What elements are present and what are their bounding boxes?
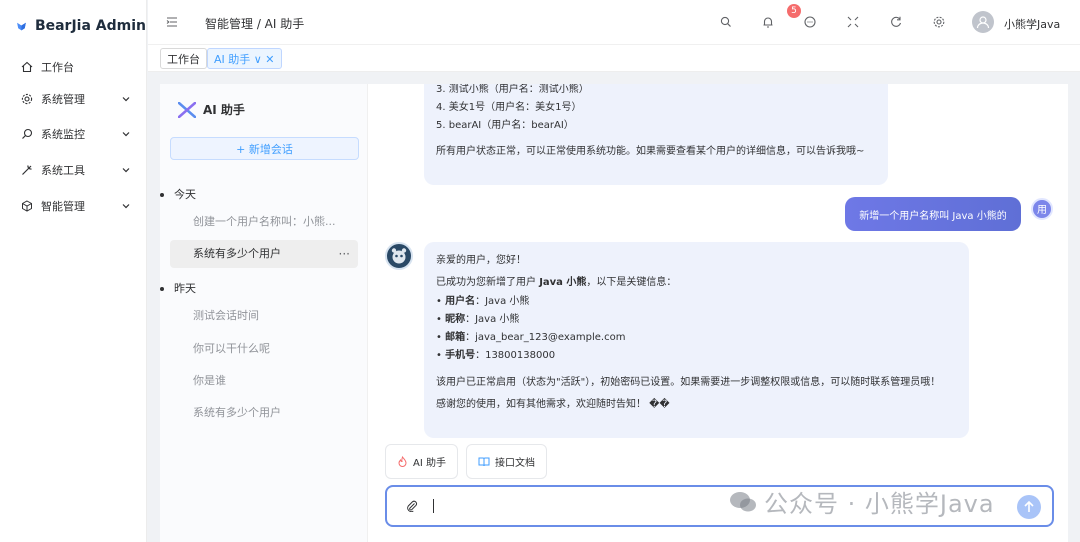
search-icon[interactable] xyxy=(719,15,733,29)
sidebar-item-label: 系统监控 xyxy=(41,128,85,141)
chevron-down-icon xyxy=(122,97,130,102)
tag-ai-assistant[interactable]: AI 助手 ∨ ✕ xyxy=(207,48,282,69)
new-conversation-button[interactable]: + 新增会话 xyxy=(170,137,359,160)
message-icon[interactable] xyxy=(803,15,817,29)
sidebar-item-system-monitor[interactable]: 系统监控 xyxy=(0,120,147,148)
group-label: 昨天 xyxy=(174,282,196,295)
conversation-header: AI 助手 xyxy=(178,101,245,118)
conversation-item[interactable]: 创建一个用户名称叫：小熊... xyxy=(170,208,358,236)
user-avatar[interactable] xyxy=(972,11,994,33)
message-line: 亲爱的用户，您好！ xyxy=(436,255,526,266)
home-icon xyxy=(20,61,33,74)
more-options-icon[interactable]: ··· xyxy=(339,240,350,268)
conversation-item[interactable]: 你可以干什么呢 xyxy=(170,335,358,363)
conversation-title: AI 助手 xyxy=(203,103,245,117)
message-line: 感谢您的使用，如有其他需求，欢迎随时告知！ �� xyxy=(436,399,670,410)
fire-icon xyxy=(398,456,407,467)
conversation-item-label: 系统有多少个用户 xyxy=(193,247,281,260)
bell-icon[interactable] xyxy=(761,15,775,29)
message-line: 5. bearAI（用户名：bearAI） xyxy=(436,120,574,131)
book-icon xyxy=(478,457,490,467)
info-field: • 昵称：Java 小熊 xyxy=(436,314,520,325)
message-line: 3. 测试小熊（用户名：测试小熊） xyxy=(436,84,589,95)
ai-logo-icon xyxy=(178,101,196,118)
sidebar-item-system-tools[interactable]: 系统工具 xyxy=(0,156,147,184)
chevron-down-icon xyxy=(122,168,130,173)
message-line: 该用户已正常启用（状态为"活跃"），初始密码已设置。如果需要进一步调整权限或信息… xyxy=(436,377,941,388)
tags-view: 工作台 AI 助手 ∨ ✕ xyxy=(148,44,1080,72)
sidebar-item-label: 系统管理 xyxy=(41,93,85,106)
sidebar-item-ai-manage[interactable]: 智能管理 xyxy=(0,192,147,220)
search-icon xyxy=(20,128,33,141)
conversation-item[interactable]: 系统有多少个用户 xyxy=(170,399,358,427)
tag-workbench[interactable]: 工作台 xyxy=(160,48,207,69)
sidebar-item-workbench[interactable]: 工作台 xyxy=(0,53,147,81)
info-field: • 手机号：13800138000 xyxy=(436,350,556,361)
chevron-down-icon xyxy=(122,204,130,209)
group-label: 今天 xyxy=(174,188,196,201)
username[interactable]: 小熊学Java xyxy=(1004,16,1060,32)
send-button[interactable] xyxy=(1017,495,1041,519)
sidebar-item-label: 工作台 xyxy=(41,61,74,74)
tool-icon xyxy=(20,164,33,177)
chip-label: AI 助手 xyxy=(413,458,446,469)
watermark-text: 公众号 · 小熊学Java xyxy=(764,490,995,518)
watermark: 公众号 · 小熊学Java xyxy=(728,484,995,519)
info-field: • 邮箱：java_bear_123@example.com xyxy=(436,332,626,343)
user-message: 新增一个用户名称叫 Java 小熊的 xyxy=(845,197,1021,231)
chip-label: 接口文档 xyxy=(495,458,535,469)
group-today: 今天 xyxy=(160,186,196,202)
message-line: 所有用户状态正常，可以正常使用系统功能。如果需要查看某个用户的详细信息，可以告诉… xyxy=(436,146,865,157)
top-header: 智能管理 / AI 助手 5 小熊学Java xyxy=(148,0,1080,44)
message-line: 已成功为您新增了用户 Java 小熊，以下是关键信息： xyxy=(436,277,677,288)
refresh-icon[interactable] xyxy=(889,15,903,29)
app-name: BearJia Admin xyxy=(34,18,146,34)
sidebar-item-label: 系统工具 xyxy=(41,164,85,177)
notification-badge: 5 xyxy=(787,4,801,18)
settings-icon[interactable] xyxy=(932,15,946,29)
ai-message-reply: 亲爱的用户，您好！ 已成功为您新增了用户 Java 小熊，以下是关键信息： • … xyxy=(424,242,969,438)
bot-avatar xyxy=(385,242,413,270)
gear-icon xyxy=(20,93,33,106)
group-yesterday: 昨天 xyxy=(160,280,196,296)
user-message-avatar: 用 xyxy=(1031,198,1053,220)
conversation-item[interactable]: 测试会话时间 xyxy=(170,302,358,330)
conversation-item-active[interactable]: 系统有多少个用户 ··· xyxy=(170,240,358,268)
breadcrumb: 智能管理 / AI 助手 xyxy=(205,17,305,31)
ai-message-previous: 3. 测试小熊（用户名：测试小熊） 4. 美女1号（用户名：美女1号） 5. b… xyxy=(424,84,888,185)
chip-ai-assistant[interactable]: AI 助手 xyxy=(385,444,458,479)
fullscreen-icon[interactable] xyxy=(846,15,860,29)
cube-icon xyxy=(20,200,33,213)
chip-api-docs[interactable]: 接口文档 xyxy=(466,444,547,479)
sidebar-item-system-manage[interactable]: 系统管理 xyxy=(0,85,147,113)
sidebar: BearJia Admin xyxy=(0,0,147,542)
chevron-down-icon xyxy=(122,132,130,137)
wechat-icon xyxy=(730,491,756,511)
sidebar-item-label: 智能管理 xyxy=(41,200,85,213)
conversation-item[interactable]: 你是谁 xyxy=(170,367,358,395)
info-field: • 用户名：Java 小熊 xyxy=(436,296,530,307)
attachment-icon[interactable] xyxy=(406,500,418,512)
send-icon xyxy=(1024,500,1034,512)
logo-icon xyxy=(17,22,26,31)
brand: BearJia Admin xyxy=(0,0,146,52)
message-line: 4. 美女1号（用户名：美女1号） xyxy=(436,102,582,113)
menu-fold-icon[interactable] xyxy=(166,16,178,28)
text-cursor xyxy=(433,499,434,513)
